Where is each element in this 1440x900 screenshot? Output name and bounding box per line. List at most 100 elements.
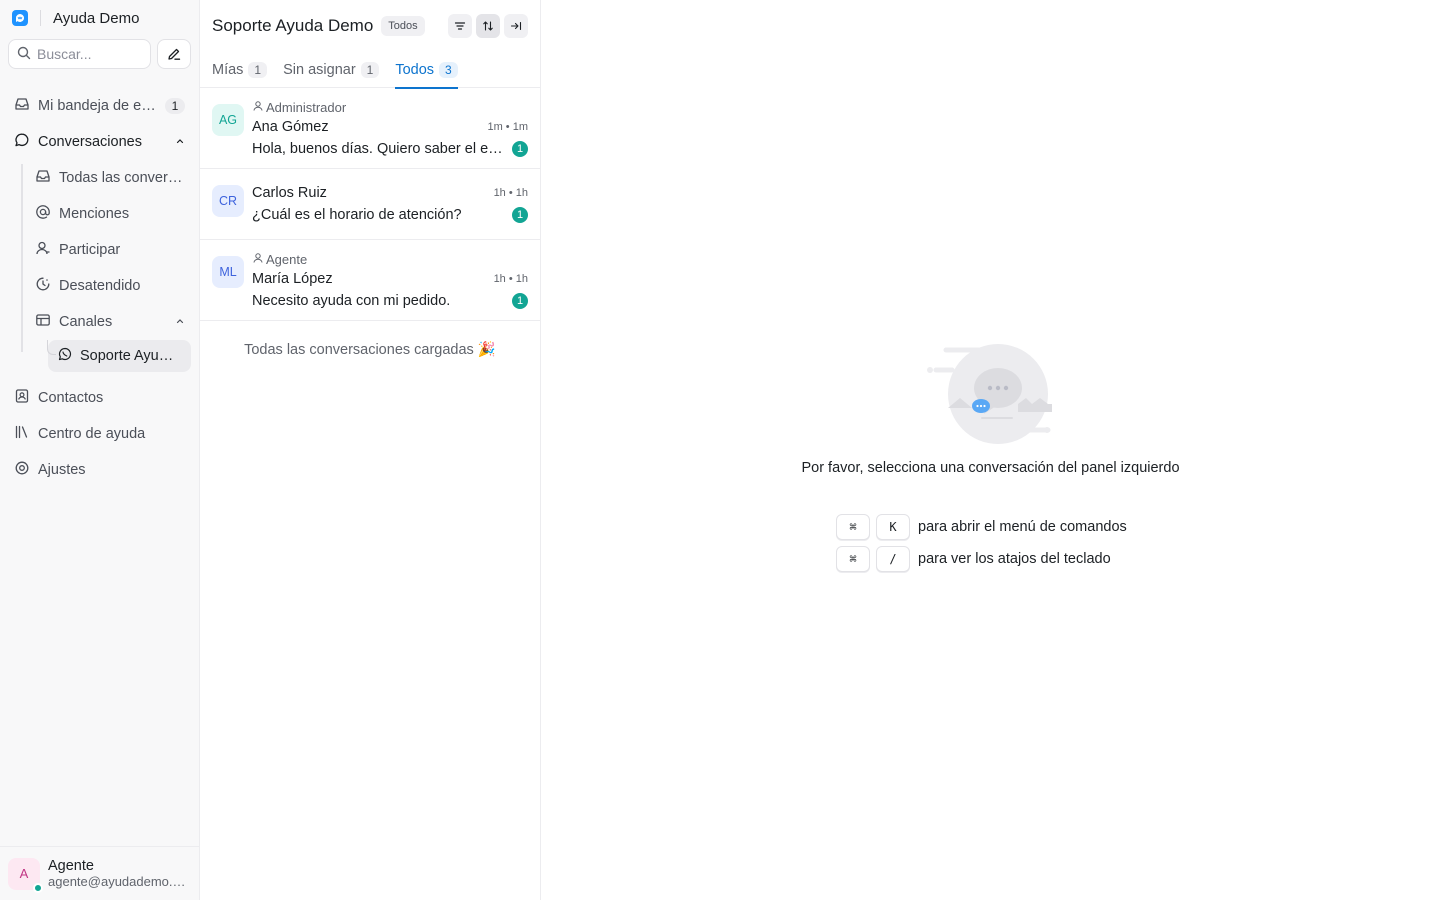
unread-count-badge: 1	[512, 207, 528, 223]
tab-count: 1	[248, 62, 268, 78]
sidebar-item-help-center[interactable]: Centro de ayuda	[0, 416, 199, 452]
sidebar-item-channel-soporte[interactable]: Soporte Ayuda Demo	[48, 340, 191, 372]
page-title: Soporte Ayuda Demo	[212, 16, 374, 35]
conversation-list-header: Soporte Ayuda Demo Todos	[200, 0, 540, 52]
sidebar-item-label: Canales	[59, 314, 113, 330]
sidebar-item-all-conversations[interactable]: Todas las conversaciones	[21, 160, 199, 196]
shortcut-description: para abrir el menú de comandos	[918, 519, 1127, 535]
gear-icon	[14, 460, 30, 480]
conversations-subnav: Todas las conversaciones Menciones Parti…	[21, 160, 199, 372]
sidebar-item-unattended[interactable]: Desatendido	[21, 268, 199, 304]
contacts-icon	[14, 388, 30, 408]
filter-icon	[454, 22, 466, 30]
user-icon	[35, 240, 51, 260]
user-profile-footer[interactable]: A Agente agente@ayudademo.com	[0, 846, 199, 900]
sidebar-item-participating[interactable]: Participar	[21, 232, 199, 268]
sort-button[interactable]	[476, 14, 500, 38]
channel-label: Soporte Ayuda Demo	[80, 348, 181, 364]
search-row	[0, 36, 199, 72]
assignee-tabs: Mías 1 Sin asignar 1 Todos 3	[200, 52, 540, 89]
contact-name: María López	[252, 271, 333, 287]
message-preview: Hola, buenos días. Quiero saber el estad…	[252, 141, 506, 157]
timestamp: 1h • 1h	[493, 187, 528, 199]
sidebar-item-label: Todas las conversaciones	[59, 170, 185, 186]
assignee-line: Agente	[252, 250, 528, 268]
avatar: CR	[212, 185, 244, 217]
sidebar-item-label: Mi bandeja de entrada	[38, 98, 157, 114]
empty-state-message: Por favor, selecciona una conversación d…	[801, 460, 1180, 476]
unread-count-badge: 1	[512, 293, 528, 309]
brand-logo-icon[interactable]	[12, 10, 28, 26]
tab-all[interactable]: Todos 3	[395, 52, 459, 89]
status-filter-pill[interactable]: Todos	[381, 16, 425, 36]
brand-header: Ayuda Demo	[0, 0, 199, 36]
conversation-item[interactable]: ML Agente María López 1h • 1h Necesito a…	[200, 240, 540, 321]
chevron-up-icon[interactable]	[175, 134, 185, 150]
sidebar: Ayuda Demo Mi bandeja de entrada 1	[0, 0, 200, 900]
sidebar-item-settings[interactable]: Ajustes	[0, 452, 199, 488]
at-sign-icon	[35, 204, 51, 224]
tab-unassigned[interactable]: Sin asignar 1	[283, 52, 380, 88]
sidebar-item-label: Conversaciones	[38, 134, 142, 150]
contact-name: Carlos Ruiz	[252, 185, 327, 201]
message-line: Necesito ayuda con mi pedido. 1	[252, 290, 528, 312]
sidebar-item-label: Menciones	[59, 206, 130, 222]
inbox-icon	[14, 96, 30, 116]
sidebar-item-contacts[interactable]: Contactos	[0, 380, 199, 416]
channels-icon	[35, 312, 51, 332]
shortcut-keyboard-help: ⌘ / para ver los atajos del teclado	[836, 546, 1111, 572]
avatar-initial: A	[19, 866, 29, 881]
avatar[interactable]: A	[8, 857, 43, 893]
empty-chat-illustration-icon	[927, 344, 1052, 444]
search-icon	[17, 46, 31, 63]
sidebar-item-channels[interactable]: Canales	[21, 304, 199, 340]
channel-list: Soporte Ayuda Demo	[27, 340, 199, 372]
conversation-body: Administrador Ana Gómez 1m • 1m Hola, bu…	[252, 98, 528, 160]
whatsapp-icon	[58, 347, 72, 365]
sidebar-item-label: Participar	[59, 242, 121, 258]
message-preview: Necesito ayuda con mi pedido.	[252, 293, 451, 309]
sidebar-item-conversations[interactable]: Conversaciones	[0, 124, 199, 160]
user-info: Agente agente@ayudademo.com	[48, 858, 188, 889]
compose-button[interactable]	[157, 39, 191, 69]
tab-label: Sin asignar	[283, 62, 356, 78]
brand-divider	[40, 10, 41, 26]
filter-button[interactable]	[448, 14, 472, 38]
tab-label: Mías	[212, 62, 244, 78]
inbox-icon	[35, 168, 51, 188]
header-actions	[448, 14, 528, 38]
online-status-dot	[33, 882, 43, 893]
library-icon	[14, 424, 30, 444]
chevron-up-icon[interactable]	[175, 314, 185, 330]
sort-arrows-icon	[483, 21, 493, 31]
assignee-name: Administrador	[266, 99, 347, 115]
conversation-list-panel: Soporte Ayuda Demo Todos Mías 1 Sin asig…	[200, 0, 541, 900]
message-preview: ¿Cuál es el horario de atención?	[252, 207, 462, 223]
avatar: AG	[212, 104, 244, 136]
sidebar-item-mentions[interactable]: Menciones	[21, 196, 199, 232]
conversation-item[interactable]: AG Administrador Ana Gómez 1m • 1m Hola,…	[200, 88, 540, 169]
search-input[interactable]	[37, 46, 137, 62]
search-box[interactable]	[8, 39, 151, 69]
tab-count: 3	[439, 62, 458, 78]
arrow-right-to-line-icon	[510, 21, 522, 31]
contact-name: Ana Gómez	[252, 119, 329, 135]
name-line: Ana Gómez 1m • 1m	[252, 116, 528, 138]
tab-mine[interactable]: Mías 1	[212, 52, 268, 88]
sidebar-item-inbox[interactable]: Mi bandeja de entrada 1	[0, 88, 199, 124]
sidebar-item-label: Desatendido	[59, 278, 141, 294]
conversation-main-area: Por favor, selecciona una conversación d…	[541, 0, 1440, 900]
sidebar-item-label: Ajustes	[38, 462, 86, 478]
all-loaded-note: Todas las conversaciones cargadas 🎉	[244, 342, 496, 358]
shortcut-command-menu: ⌘ K para abrir el menú de comandos	[836, 514, 1127, 540]
conversation-item[interactable]: CR Carlos Ruiz 1h • 1h ¿Cuál es el horar…	[200, 169, 540, 240]
user-icon	[252, 100, 264, 115]
collapse-panel-button[interactable]	[504, 14, 528, 38]
name-line: Carlos Ruiz 1h • 1h	[252, 182, 528, 204]
brand-name[interactable]: Ayuda Demo	[53, 10, 139, 27]
user-email: agente@ayudademo.com	[48, 874, 188, 889]
shortcut-description: para ver los atajos del teclado	[918, 551, 1111, 567]
tab-label: Todos	[395, 62, 435, 78]
user-icon	[252, 252, 264, 267]
